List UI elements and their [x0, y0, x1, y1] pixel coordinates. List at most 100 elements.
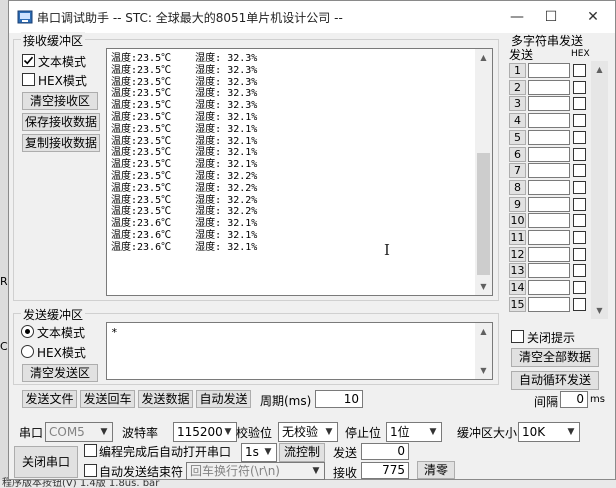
scrollbar-thumb[interactable] [477, 153, 490, 275]
multi-send-row-hex-checkbox[interactable] [573, 80, 586, 94]
receive-line: 温度:23.6℃ 湿度: 32.1% [111, 241, 258, 253]
multi-send-row-input[interactable] [528, 263, 570, 279]
receive-hex-mode-checkbox[interactable] [22, 73, 35, 86]
multi-send-row-button[interactable]: 14 [509, 280, 526, 296]
multi-send-row-input[interactable] [528, 63, 570, 78]
auto-loop-send-button[interactable]: 自动循环发送 [511, 371, 599, 390]
send-scrollbar[interactable]: ▲ ▼ [475, 323, 492, 379]
multi-send-row-input[interactable] [528, 179, 570, 195]
receive-line: 温度:23.5℃ 湿度: 32.3% [111, 53, 258, 64]
period-input[interactable]: 10 [315, 390, 363, 408]
interval-unit: ms [590, 394, 605, 405]
multi-send-row-button[interactable]: 4 [509, 113, 526, 129]
send-hex-mode-radio[interactable] [21, 345, 34, 358]
maximize-icon[interactable]: ☐ [529, 1, 573, 33]
multi-send-row-button[interactable]: 7 [509, 163, 526, 179]
multi-send-row-button[interactable]: 11 [509, 230, 526, 245]
clear-all-data-button[interactable]: 清空全部数据 [511, 348, 599, 367]
multi-send-row-input[interactable] [528, 213, 570, 229]
multi-send-row-button[interactable]: 3 [509, 96, 526, 112]
parity-value: 无校验 [282, 425, 319, 439]
scroll-up-icon[interactable]: ▲ [475, 49, 492, 66]
close-hint-checkbox[interactable] [511, 330, 524, 343]
multi-send-row-hex-checkbox[interactable] [573, 264, 586, 278]
multi-send-row-input[interactable] [528, 280, 570, 296]
multi-send-row-button[interactable]: 12 [509, 246, 526, 262]
parity-select[interactable]: 无校验 ▼ [278, 422, 338, 442]
clear-receive-button[interactable]: 清空接收区 [22, 92, 98, 110]
multi-send-row-hex-checkbox[interactable] [573, 197, 586, 211]
multi-scrollbar[interactable]: ▲ ▼ [591, 61, 608, 319]
multi-send-row-input[interactable] [528, 146, 570, 162]
receive-log: 温度:23.5℃ 湿度: 32.3% 温度:23.5℃ 湿度: 32.3% 温度:2… [111, 53, 257, 254]
scroll-down-icon[interactable]: ▼ [475, 278, 492, 295]
end-char-select[interactable]: 回车换行符(\r\n) ▼ [186, 462, 325, 480]
buffer-size-select[interactable]: 10K ▼ [518, 422, 580, 442]
send-enter-button[interactable]: 发送回车 [80, 390, 135, 408]
multi-send-row-input[interactable] [528, 296, 570, 312]
auto-open-checkbox[interactable] [84, 444, 97, 457]
flow-control-button[interactable]: 流控制 [279, 443, 325, 462]
receive-scrollbar[interactable]: ▲ ▼ [475, 49, 492, 295]
multi-send-row-hex-checkbox[interactable] [573, 147, 586, 161]
multi-send-row-hex-checkbox[interactable] [573, 97, 586, 111]
port-select[interactable]: COM5 ▼ [45, 422, 113, 442]
send-file-button[interactable]: 发送文件 [22, 390, 77, 408]
multi-send-row-input[interactable] [528, 246, 570, 262]
scroll-up-icon[interactable]: ▲ [475, 323, 492, 340]
multi-send-row-button[interactable]: 5 [509, 129, 526, 145]
multi-send-row-hex-checkbox[interactable] [573, 164, 586, 178]
multi-send-row-hex-checkbox[interactable] [573, 297, 586, 311]
scroll-down-icon[interactable]: ▼ [475, 362, 492, 379]
auto-open-delay-select[interactable]: 1s ▼ [241, 443, 277, 462]
multi-send-row-hex-checkbox[interactable] [573, 114, 586, 128]
multi-send-row-input[interactable] [528, 196, 570, 212]
baud-select[interactable]: 115200 ▼ [173, 422, 237, 442]
scroll-up-icon[interactable]: ▲ [591, 61, 608, 78]
multi-send-row-button[interactable]: 9 [509, 196, 526, 212]
multi-send-row-button[interactable]: 8 [509, 179, 526, 195]
close-icon[interactable]: ✕ [571, 1, 615, 33]
multi-send-row-hex-checkbox[interactable] [573, 214, 586, 228]
interval-input[interactable]: 0 [560, 391, 588, 408]
multi-send-row-input[interactable] [528, 96, 570, 112]
send-text-mode-radio[interactable] [21, 325, 34, 338]
multi-send-row-hex-checkbox[interactable] [573, 281, 586, 295]
multi-send-row-input[interactable] [528, 79, 570, 95]
auto-send-button[interactable]: 自动发送 [196, 390, 251, 408]
multi-send-row-input[interactable] [528, 163, 570, 179]
multi-send-row-button[interactable]: 13 [509, 263, 526, 279]
reset-counts-button[interactable]: 清零 [417, 461, 455, 479]
scroll-down-icon[interactable]: ▼ [591, 302, 608, 319]
close-port-button[interactable]: 关闭串口 [14, 446, 78, 478]
clear-send-button[interactable]: 清空发送区 [22, 364, 98, 382]
receive-text-area[interactable]: 温度:23.5℃ 湿度: 32.3% 温度:23.5℃ 湿度: 32.3% 温度:2… [106, 48, 493, 296]
send-data-button[interactable]: 发送数据 [138, 390, 193, 408]
receive-line: 温度:23.5℃ 湿度: 32.3% [111, 100, 258, 112]
send-hex-mode-label: HEX模式 [37, 346, 86, 360]
multi-send-row-hex-checkbox[interactable] [573, 130, 586, 144]
multi-send-row-button[interactable]: 15 [509, 296, 526, 312]
multi-send-row-button[interactable]: 10 [509, 213, 526, 229]
sent-count-label: 发送 [333, 446, 358, 460]
multi-send-row-button[interactable]: 1 [509, 63, 526, 78]
close-hint-label: 关闭提示 [527, 331, 576, 345]
multi-send-row-hex-checkbox[interactable] [573, 64, 586, 77]
multi-send-row-hex-checkbox[interactable] [573, 231, 586, 244]
multi-send-row-hex-checkbox[interactable] [573, 180, 586, 194]
multi-send-row-button[interactable]: 6 [509, 146, 526, 162]
period-label: 周期(ms) [260, 394, 312, 408]
multi-send-row-input[interactable] [528, 113, 570, 129]
copy-receive-button[interactable]: 复制接收数据 [22, 134, 100, 152]
send-text-area[interactable]: * ▲ ▼ [106, 322, 493, 380]
multi-send-row-input[interactable] [528, 230, 570, 245]
multi-send-row-button[interactable]: 2 [509, 79, 526, 95]
multi-send-row-input[interactable] [528, 129, 570, 145]
chevron-down-icon: ▼ [312, 466, 320, 476]
save-receive-button[interactable]: 保存接收数据 [22, 113, 100, 131]
receive-text-mode-checkbox[interactable] [22, 54, 35, 67]
auto-end-checkbox[interactable] [84, 464, 97, 477]
port-value: COM5 [49, 425, 85, 439]
stop-bits-select[interactable]: 1位 ▼ [386, 422, 442, 442]
multi-send-row-hex-checkbox[interactable] [573, 247, 586, 261]
